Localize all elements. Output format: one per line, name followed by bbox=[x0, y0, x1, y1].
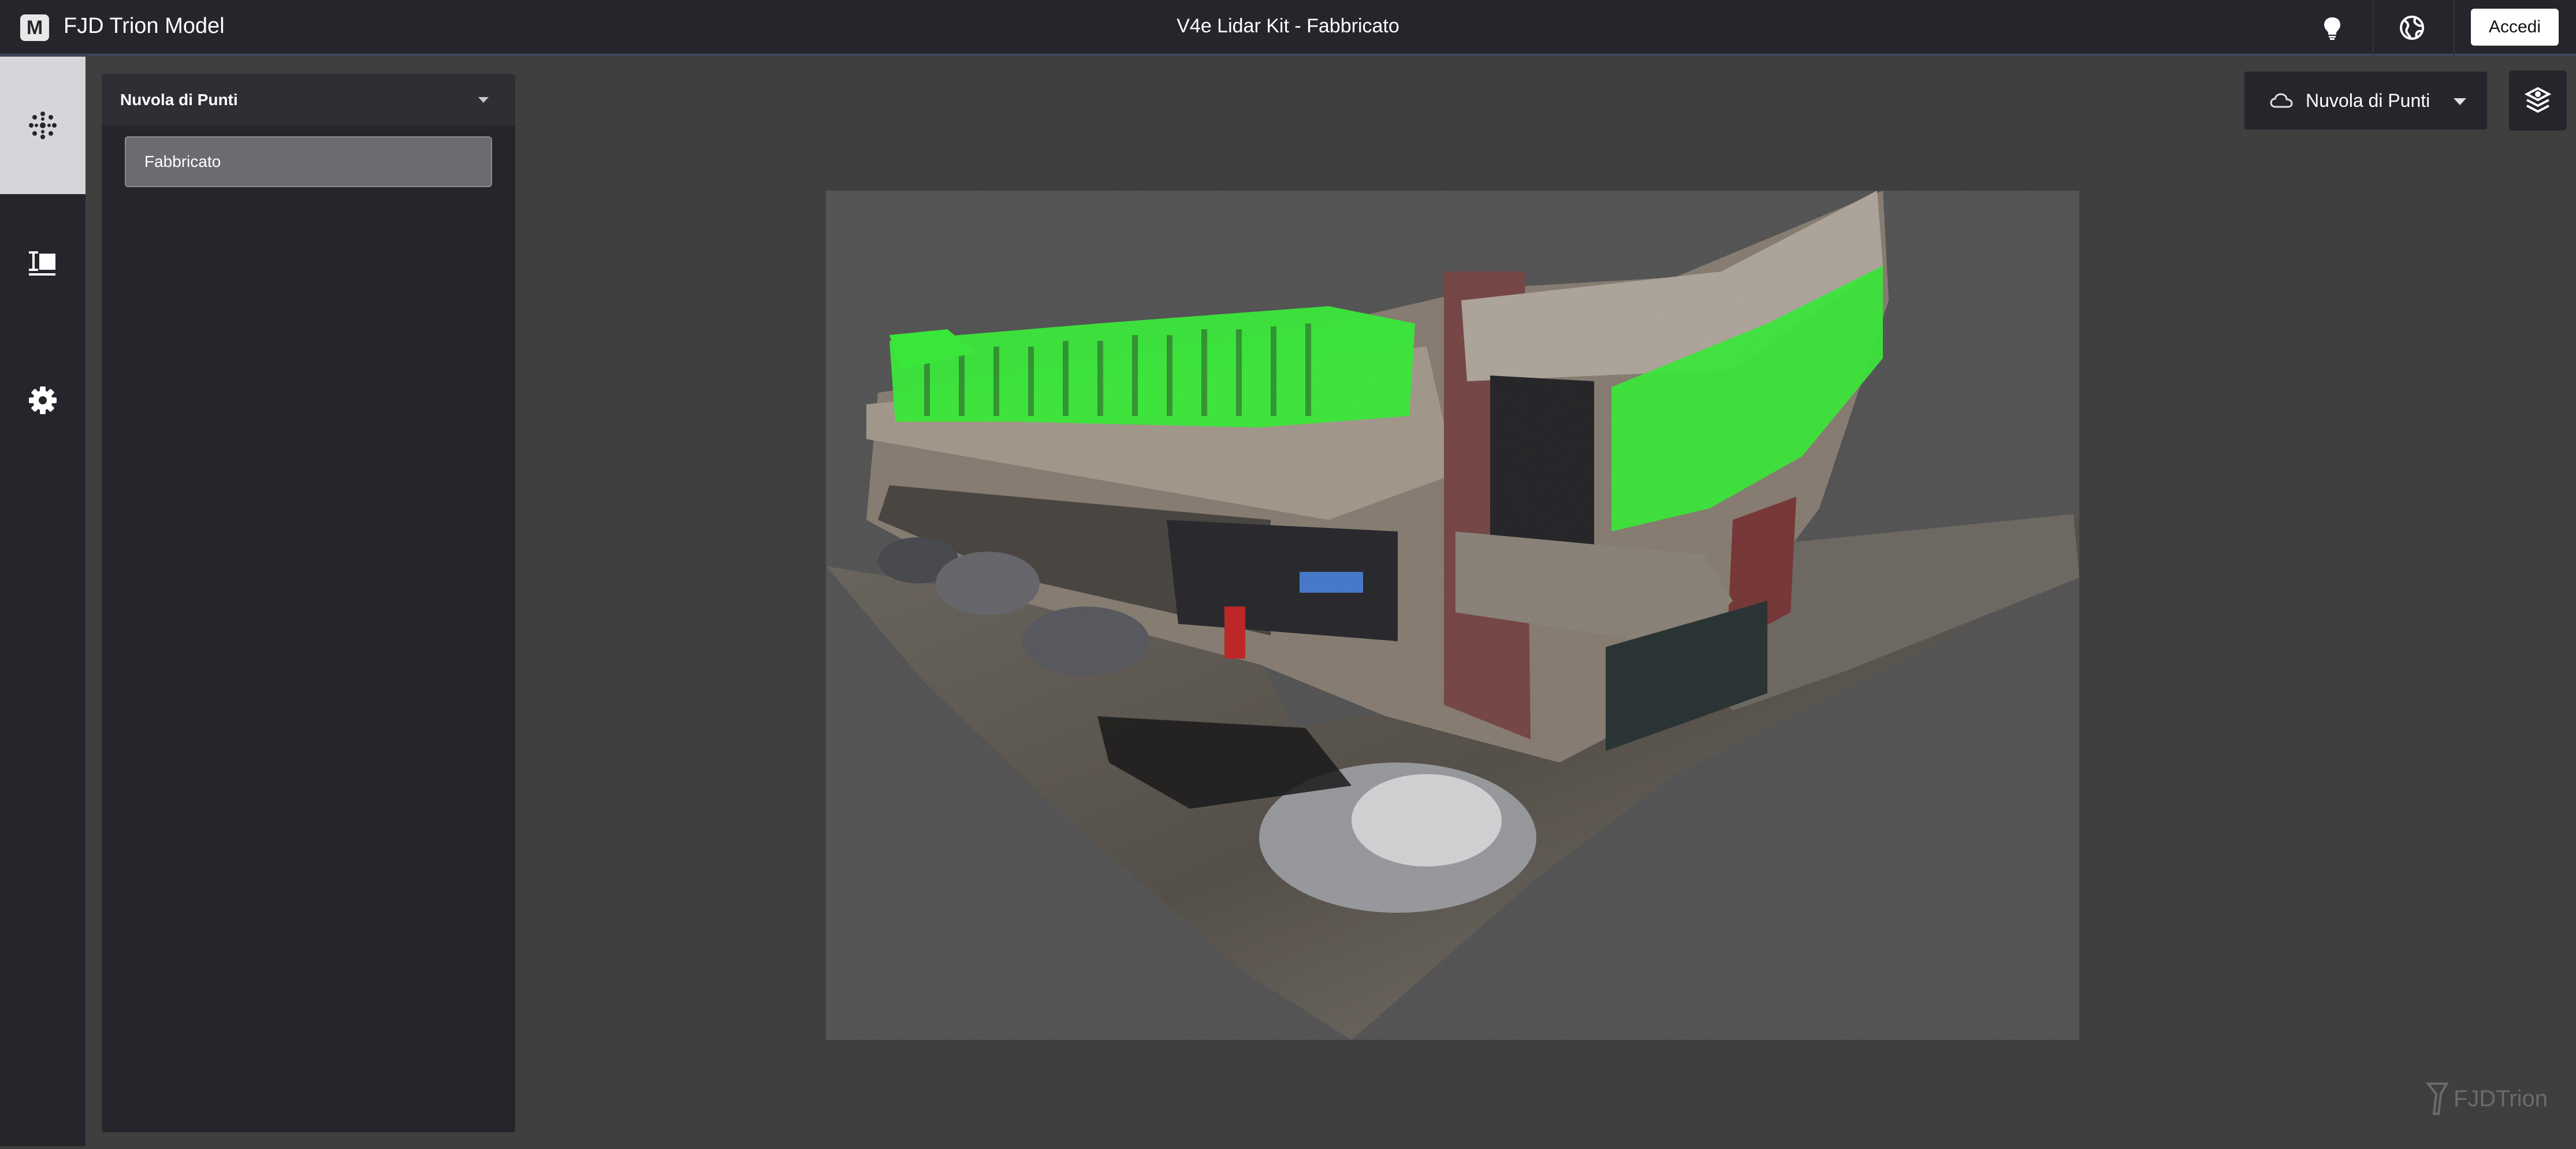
sidebar-item-settings[interactable] bbox=[0, 332, 85, 469]
lightbulb-icon[interactable] bbox=[2316, 12, 2348, 44]
gear-icon bbox=[29, 386, 57, 414]
watermark-text: FJDTrion bbox=[2454, 1085, 2548, 1111]
panel-header-label: Nuvola di Punti bbox=[120, 91, 238, 109]
login-button[interactable]: Accedi bbox=[2471, 9, 2559, 46]
sidebar-item-point-cloud[interactable] bbox=[0, 57, 85, 194]
app-title: FJD Trion Model bbox=[64, 14, 225, 38]
layers-icon bbox=[2524, 87, 2552, 113]
layers-button[interactable] bbox=[2509, 70, 2567, 131]
cloud-icon bbox=[2270, 93, 2293, 108]
list-item-label: Fabbricato bbox=[144, 153, 221, 170]
point-cloud-icon bbox=[29, 111, 57, 139]
header-divider bbox=[2454, 0, 2455, 55]
panel-header[interactable]: Nuvola di Punti bbox=[102, 74, 515, 126]
logo-letter: M bbox=[26, 16, 43, 39]
3d-viewport[interactable]: Nuvola di Punti FJDTrion bbox=[515, 57, 2576, 1146]
left-sidebar bbox=[0, 57, 85, 1146]
layer-panel: Nuvola di Punti Fabbricato bbox=[102, 74, 515, 1132]
view-mode-select[interactable]: Nuvola di Punti bbox=[2243, 70, 2488, 131]
globe-icon[interactable] bbox=[2396, 12, 2428, 44]
app-logo[interactable]: M bbox=[20, 14, 49, 41]
point-cloud-model[interactable] bbox=[515, 57, 2576, 1146]
view-mode-value: Nuvola di Punti bbox=[2306, 90, 2430, 111]
brand-watermark: FJDTrion bbox=[2426, 1081, 2548, 1116]
measure-icon bbox=[29, 251, 55, 276]
list-item[interactable]: Fabbricato bbox=[125, 136, 492, 187]
document-title: V4e Lidar Kit - Fabbricato bbox=[1177, 15, 1399, 37]
chevron-down-icon[interactable] bbox=[2454, 98, 2466, 105]
caret-down-icon[interactable] bbox=[478, 97, 489, 103]
header-divider bbox=[2373, 0, 2374, 55]
sidebar-item-measure[interactable] bbox=[0, 194, 85, 332]
fjd-logo-icon bbox=[2426, 1083, 2449, 1115]
top-bar: M FJD Trion Model V4e Lidar Kit - Fabbri… bbox=[0, 0, 2576, 55]
